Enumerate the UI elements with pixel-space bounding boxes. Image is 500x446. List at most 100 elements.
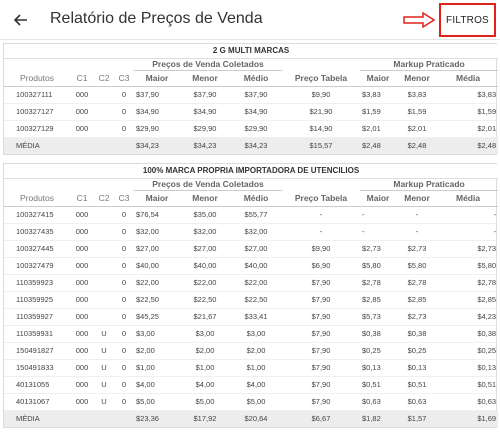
table-cell: $34,90 <box>180 103 230 121</box>
table-cell: $2,01 <box>396 120 438 138</box>
table-cell: 100327111 <box>4 86 70 104</box>
table-cell: 0 <box>114 274 134 292</box>
table-row[interactable]: 100327111 000 0 $37,90 $37,90 $37,90 $9,90 $3,8… <box>4 86 499 104</box>
table-cell: $5,00 <box>230 393 282 411</box>
table-cell <box>94 86 114 104</box>
table-cell: 000 <box>70 359 94 377</box>
table-row[interactable]: 110359923 000 0 $22,00 $22,00 $22,00 $7,90 $2,7… <box>4 274 499 292</box>
column-header-produtos[interactable]: Produtos <box>4 70 70 87</box>
column-header-c1[interactable]: C1 <box>70 70 94 87</box>
table-row[interactable]: 100327445 000 0 $27,00 $27,00 $27,00 $9,90 $2,7… <box>4 240 499 258</box>
table-cell: $27,00 <box>180 240 230 258</box>
back-arrow-icon[interactable] <box>10 9 32 31</box>
table-cell: $3,00 <box>230 325 282 343</box>
table-cell: $0,13 <box>396 359 438 377</box>
table-cell: $37,90 <box>134 86 180 104</box>
table-cell: 000 <box>70 240 94 258</box>
average-cell: $15,57 <box>282 137 360 154</box>
table-row[interactable]: 100327129 000 0 $29,90 $29,90 $29,90 $14,90 $2,… <box>4 120 499 138</box>
table-cell: 100327435 <box>4 223 70 241</box>
table-cell: 0 <box>114 103 134 121</box>
table-cell: $5,00 <box>180 393 230 411</box>
table-row[interactable]: 100327435 000 0 $32,00 $32,00 $32,00- - - - <box>4 223 499 241</box>
table-cell: $2,73 <box>396 240 438 258</box>
table-cell: 000 <box>70 325 94 343</box>
column-header-m-media[interactable]: Média <box>438 190 499 207</box>
average-cell <box>94 137 114 154</box>
table-cell: $4,00 <box>180 376 230 394</box>
table-cell: $4,00 <box>230 376 282 394</box>
table-cell: $3,00 <box>180 325 230 343</box>
table-cell: - <box>360 206 396 224</box>
brand-title: 2 G MULTI MARCAS <box>4 44 499 59</box>
column-header-maior[interactable]: Maior <box>134 190 180 207</box>
table-cell: $55,77 <box>230 206 282 224</box>
column-header-menor[interactable]: Menor <box>180 190 230 207</box>
column-header-tabela[interactable]: Preço Tabela <box>282 70 360 87</box>
column-header-c3[interactable]: C3 <box>114 190 134 207</box>
column-header-menor[interactable]: Menor <box>180 70 230 87</box>
collected-prices-group-header: Preços de Venda Coletados <box>134 178 282 191</box>
table-row[interactable]: 40131067 000 U 0 $5,00 $5,00 $5,00 $7,90 $0,63 $0… <box>4 393 499 411</box>
column-header-m-menor[interactable]: Menor <box>396 190 438 207</box>
average-cell: $20,64 <box>230 410 282 427</box>
average-cell: $6,67 <box>282 410 360 427</box>
column-header-m-menor[interactable]: Menor <box>396 70 438 87</box>
column-header-m-media[interactable]: Média <box>438 70 499 87</box>
table-row[interactable]: 40131055 000 U 0 $4,00 $4,00 $4,00 $7,90 $0,51 $0… <box>4 376 499 394</box>
table-cell: $2,85 <box>396 291 438 309</box>
column-header-medio[interactable]: Médio <box>230 70 282 87</box>
table-cell: $22,50 <box>180 291 230 309</box>
table-cell: $2,73 <box>438 240 499 258</box>
filters-button[interactable]: FILTROS <box>439 3 496 37</box>
column-header-c3[interactable]: C3 <box>114 70 134 87</box>
column-header-maior[interactable]: Maior <box>134 70 180 87</box>
page-title: Relatório de Preços de Venda <box>50 10 263 27</box>
table-cell: 000 <box>70 223 94 241</box>
table-cell: $9,90 <box>282 240 360 258</box>
table-cell: 100327129 <box>4 120 70 138</box>
table-cell: 0 <box>114 325 134 343</box>
column-header-tabela[interactable]: Preço Tabela <box>282 190 360 207</box>
table-cell: $0,51 <box>396 376 438 394</box>
column-header-c2[interactable]: C2 <box>94 190 114 207</box>
table-cell: $22,50 <box>134 291 180 309</box>
markup-group-header: Markup Praticado <box>360 178 499 191</box>
table-cell <box>94 274 114 292</box>
table-cell: 0 <box>114 291 134 309</box>
table-cell: $2,85 <box>438 291 499 309</box>
column-header-c2[interactable]: C2 <box>94 70 114 87</box>
brand-title: 100% MARCA PROPRIA IMPORTADORA DE UTENCI… <box>4 164 499 179</box>
table-cell: $40,00 <box>134 257 180 275</box>
table-row[interactable]: 100327127 000 0 $34,90 $34,90 $34,90 $21,90 $1,… <box>4 103 499 121</box>
table-row[interactable]: 110359931 000 U 0 $3,00 $3,00 $3,00 $7,90 $0,38 $… <box>4 325 499 343</box>
table-cell: 0 <box>114 120 134 138</box>
column-header-m-maior[interactable]: Maior <box>360 190 396 207</box>
table-cell: $2,01 <box>438 120 499 138</box>
column-header-medio[interactable]: Médio <box>230 190 282 207</box>
table-cell: $22,00 <box>134 274 180 292</box>
brand-section: 100% MARCA PROPRIA IMPORTADORA DE UTENCI… <box>3 163 499 428</box>
table-row[interactable]: 100327479 000 0 $40,00 $40,00 $40,00 $6,90 $5,8… <box>4 257 499 275</box>
table-row[interactable]: 150491833 000 U 0 $1,00 $1,00 $1,00 $7,90 $0,13 $… <box>4 359 499 377</box>
table-cell: 000 <box>70 308 94 326</box>
table-row[interactable]: 110359925 000 0 $22,50 $22,50 $22,50 $7,90 $2,8… <box>4 291 499 309</box>
table-cell: $33,41 <box>230 308 282 326</box>
average-cell: $1,57 <box>396 410 438 427</box>
table-row[interactable]: 100327415 000 0 $76,54 $35,00 $55,77- - - - <box>4 206 499 224</box>
table-cell: U <box>94 325 114 343</box>
column-header-produtos[interactable]: Produtos <box>4 190 70 207</box>
table-cell: - <box>396 206 438 224</box>
table-cell: $0,13 <box>438 359 499 377</box>
table-cell: 110359923 <box>4 274 70 292</box>
table-row[interactable]: 110359927 000 0 $45,25 $21,67 $33,41 $7,90 $5,7… <box>4 308 499 326</box>
column-header-c1[interactable]: C1 <box>70 190 94 207</box>
table-cell: $1,00 <box>134 359 180 377</box>
table-row[interactable]: 150491827 000 U 0 $2,00 $2,00 $2,00 $7,90 $0,25 $… <box>4 342 499 360</box>
table-cell: $32,00 <box>180 223 230 241</box>
table-cell: $0,38 <box>438 325 499 343</box>
table-cell: 0 <box>114 308 134 326</box>
table-cell: 150491827 <box>4 342 70 360</box>
table-cell: $37,90 <box>180 86 230 104</box>
column-header-m-maior[interactable]: Maior <box>360 70 396 87</box>
